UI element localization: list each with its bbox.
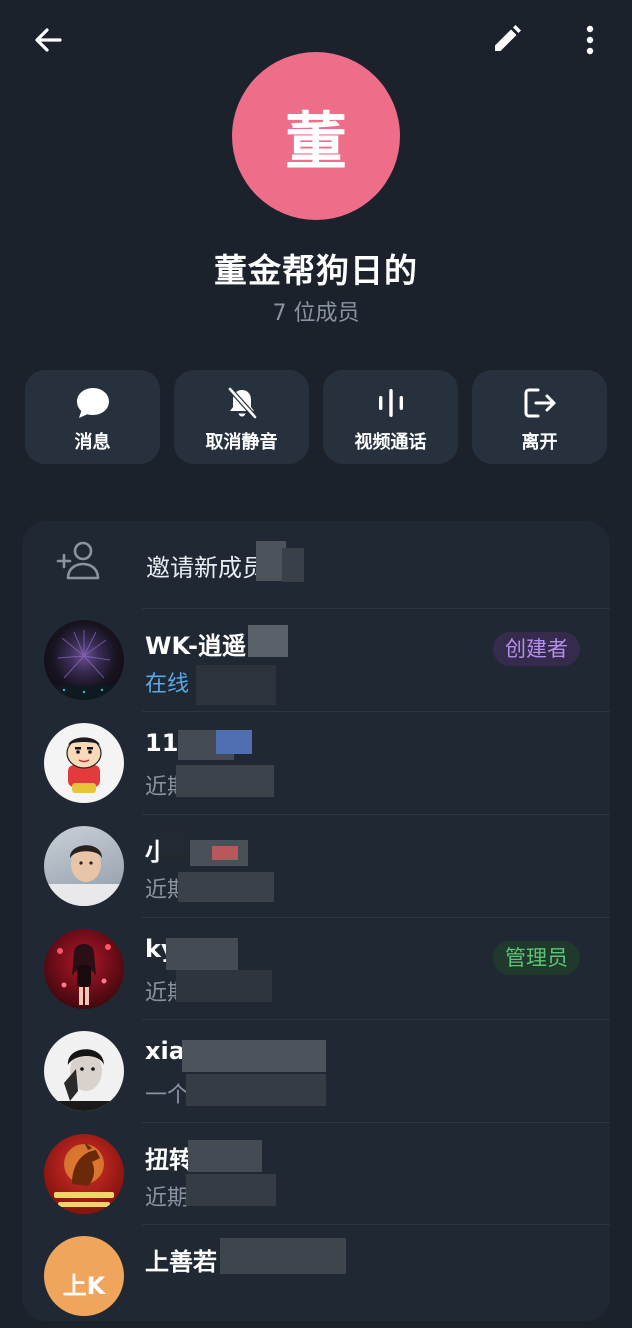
avatar (44, 1134, 124, 1214)
leave-button[interactable]: 离开 (472, 370, 607, 464)
firework-image-icon (44, 630, 124, 700)
message-bubble-icon (76, 388, 109, 418)
member-row[interactable]: ky 近期 管理员 (22, 918, 610, 1021)
avatar (44, 723, 124, 803)
member-count: 7 位成员 (272, 301, 360, 326)
member-name: 11 (145, 729, 179, 757)
add-person-icon (56, 541, 100, 580)
group-avatar-letter: 董 (284, 105, 347, 178)
avatar: 上K (44, 1236, 124, 1316)
bell-off-icon (227, 387, 257, 419)
action-bar: 消息 取消静音 视频通话 离开 (25, 370, 609, 464)
member-row[interactable]: 扭转 近期 (22, 1123, 610, 1226)
member-name: WK-逍遥 (145, 632, 246, 660)
member-name: 上善若 (145, 1248, 217, 1276)
voice-wave-icon (378, 389, 403, 417)
member-row[interactable]: WK-逍遥 在线 创建者 (22, 609, 610, 712)
member-row[interactable]: 11 近期 (22, 712, 610, 815)
role-badge-admin: 管理员 (493, 941, 580, 975)
message-label: 消息 (74, 432, 111, 453)
member-status: 一个 (145, 1083, 190, 1108)
portrait-photo-icon (44, 1049, 124, 1111)
invite-member-row[interactable]: 邀请新成员 (22, 521, 610, 609)
unmute-button[interactable]: 取消静音 (174, 370, 309, 464)
back-button[interactable] (24, 16, 72, 64)
member-name: 扭转 (145, 1146, 193, 1174)
group-title: 董金帮狗日的 (214, 251, 418, 290)
pencil-icon (495, 25, 521, 51)
avatar (44, 1031, 124, 1111)
group-avatar[interactable]: 董 (232, 52, 400, 220)
portrait-photo-icon (57, 944, 111, 1005)
horse-image-icon (54, 1142, 114, 1207)
more-vertical-icon (586, 25, 594, 55)
leave-icon (524, 388, 555, 418)
avatar (44, 620, 124, 700)
role-badge-creator: 创建者 (493, 632, 580, 666)
avatar (44, 826, 124, 906)
video-call-button[interactable]: 视频通话 (323, 370, 458, 464)
video-call-label: 视频通话 (354, 432, 427, 453)
portrait-photo-icon (44, 845, 124, 906)
leave-label: 离开 (521, 432, 558, 453)
edit-button[interactable] (482, 16, 530, 64)
avatar (44, 929, 124, 1009)
more-options-button[interactable] (566, 16, 614, 64)
message-button[interactable]: 消息 (25, 370, 160, 464)
unmute-label: 取消静音 (205, 432, 278, 453)
member-status: 近期 (145, 1186, 190, 1211)
member-status: 在线 (145, 672, 190, 697)
arrow-left-icon (35, 28, 62, 52)
avatar-initials: 上K (62, 1271, 106, 1300)
member-row[interactable]: 小 近期 (22, 815, 610, 918)
cartoon-boy-icon (66, 737, 102, 793)
invite-label: 邀请新成员 (146, 554, 266, 582)
